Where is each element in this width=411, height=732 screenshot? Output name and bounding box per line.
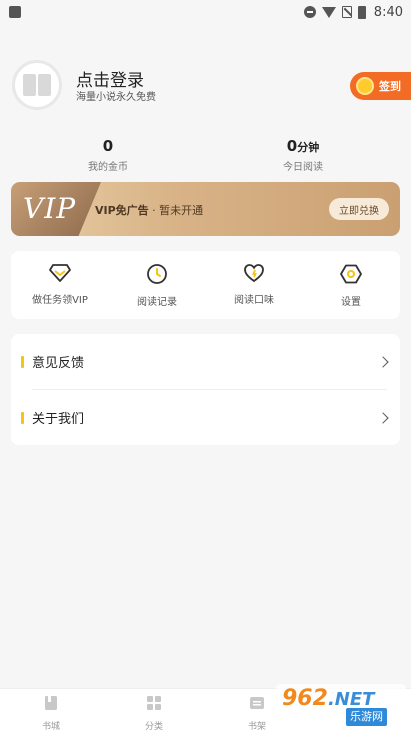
redeem-button[interactable]: 立即兑换 [329,198,389,220]
coins-value: 0 [102,137,114,155]
notification-icon [9,6,21,18]
no-signal-icon [341,6,352,18]
coin-icon [356,77,374,95]
watermark-logo-suffix: .NET [327,689,375,710]
sign-in-button[interactable]: 签到 [350,72,411,100]
nav-bookstore-label: 书城 [41,722,60,732]
diamond-icon [49,264,71,282]
quick-actions: 做任务领VIP 阅读记录 阅读口味 设置 [11,251,400,319]
action-reading-taste[interactable]: 阅读口味 [206,263,302,306]
watermark-logo-number: 962 [282,686,328,711]
vip-status: · 暂未开通 [152,204,204,217]
action-task-vip[interactable]: 做任务领VIP [12,263,108,306]
menu-list: 意见反馈 关于我们 [11,334,400,445]
stat-reading-time[interactable]: 0分钟 今日阅读 [243,136,363,173]
sign-in-label: 签到 [379,80,401,93]
menu-item-feedback-label: 意见反馈 [32,356,85,371]
heart-icon [244,264,264,283]
settings-hexagon-icon [340,264,362,284]
action-reading-history-label: 阅读记录 [137,297,177,308]
vip-title-text: VIP免广告 [95,204,149,217]
reading-time-label: 今日阅读 [283,162,323,173]
login-subtitle: 海量小说永久免费 [76,92,156,103]
nav-category[interactable]: 分类 [124,695,184,732]
menu-item-feedback[interactable]: 意见反馈 [11,334,400,389]
chevron-right-icon [377,411,389,424]
menu-accent-bar [21,355,24,368]
avatar[interactable] [12,60,62,110]
book-icon [45,696,57,710]
action-settings-label: 设置 [341,297,361,308]
battery-icon [357,5,366,19]
do-not-disturb-icon [303,6,316,18]
vip-banner[interactable]: VIP VIP免广告 · 暂未开通 立即兑换 [11,182,400,236]
wifi-icon [321,6,336,18]
coins-label: 我的金币 [88,162,128,173]
status-time: 8:40 [373,4,403,20]
menu-accent-bar [21,411,24,424]
shelf-icon [250,697,264,709]
action-reading-taste-label: 阅读口味 [234,295,274,306]
nav-bookstore[interactable]: 书城 [21,695,81,732]
status-icons: 8:40 [303,4,403,20]
reading-time-unit: 分钟 [297,141,320,154]
menu-item-about-label: 关于我们 [32,412,85,427]
nav-category-label: 分类 [144,722,163,732]
chevron-right-icon [377,355,389,368]
book-avatar-icon [23,74,51,96]
action-settings[interactable]: 设置 [303,263,399,308]
watermark: 962.NET 乐游网 [276,684,406,728]
status-bar: 8:40 [0,0,411,24]
clock-icon [147,264,167,284]
stat-coins[interactable]: 0 我的金币 [48,136,168,173]
reading-time-value: 0 [286,137,298,155]
action-reading-history[interactable]: 阅读记录 [109,263,205,308]
vip-logo: VIP [23,192,77,225]
grid-icon [147,696,161,710]
menu-item-about[interactable]: 关于我们 [11,390,400,445]
action-task-vip-label: 做任务领VIP [32,295,88,306]
watermark-site: 乐游网 [346,708,387,726]
vip-title: VIP免广告 · 暂未开通 [95,202,203,218]
